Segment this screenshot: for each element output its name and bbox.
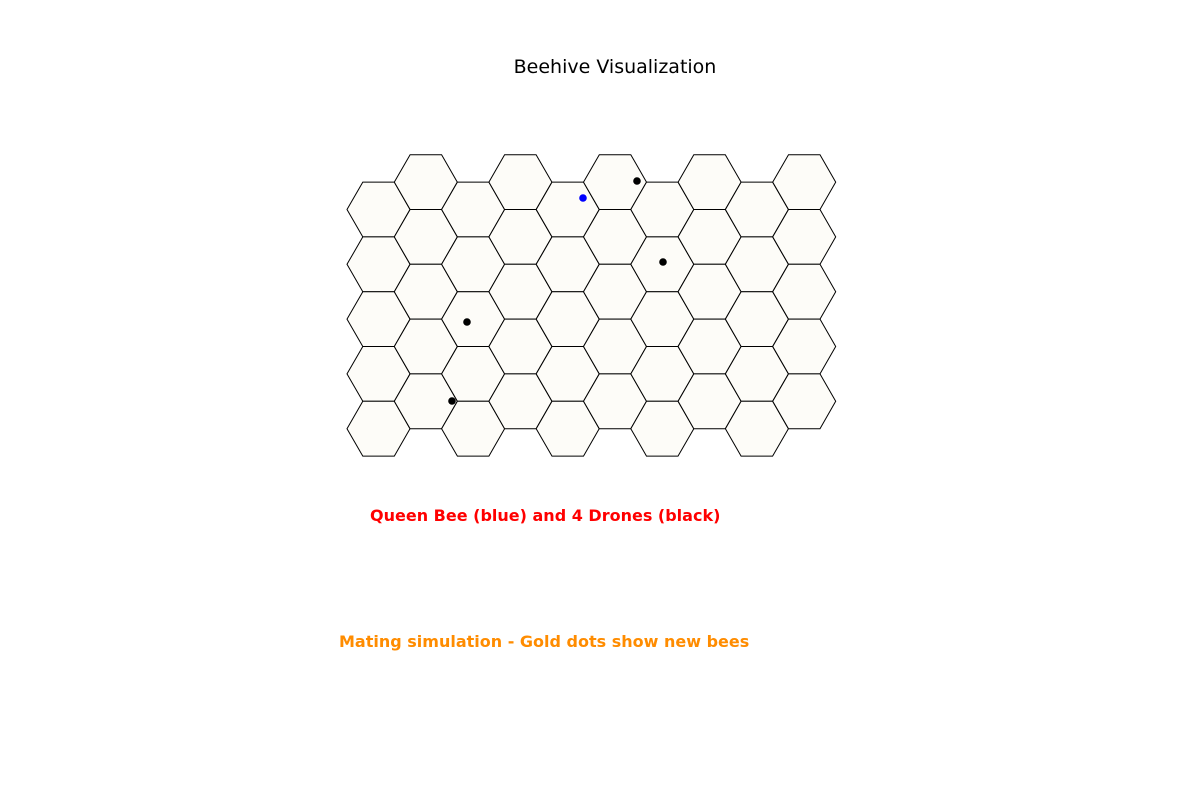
drone-bee-dot [463, 318, 471, 326]
mating-caption: Mating simulation - Gold dots show new b… [339, 632, 750, 651]
hive-cells [346, 154, 837, 457]
bees-caption: Queen Bee (blue) and 4 Drones (black) [370, 506, 721, 525]
hive-diagram [346, 154, 837, 457]
drone-bee-dot [633, 177, 641, 185]
drone-bee-dot [659, 258, 667, 266]
drone-bee-dot [448, 397, 456, 405]
queen-bee-dot [579, 194, 587, 202]
